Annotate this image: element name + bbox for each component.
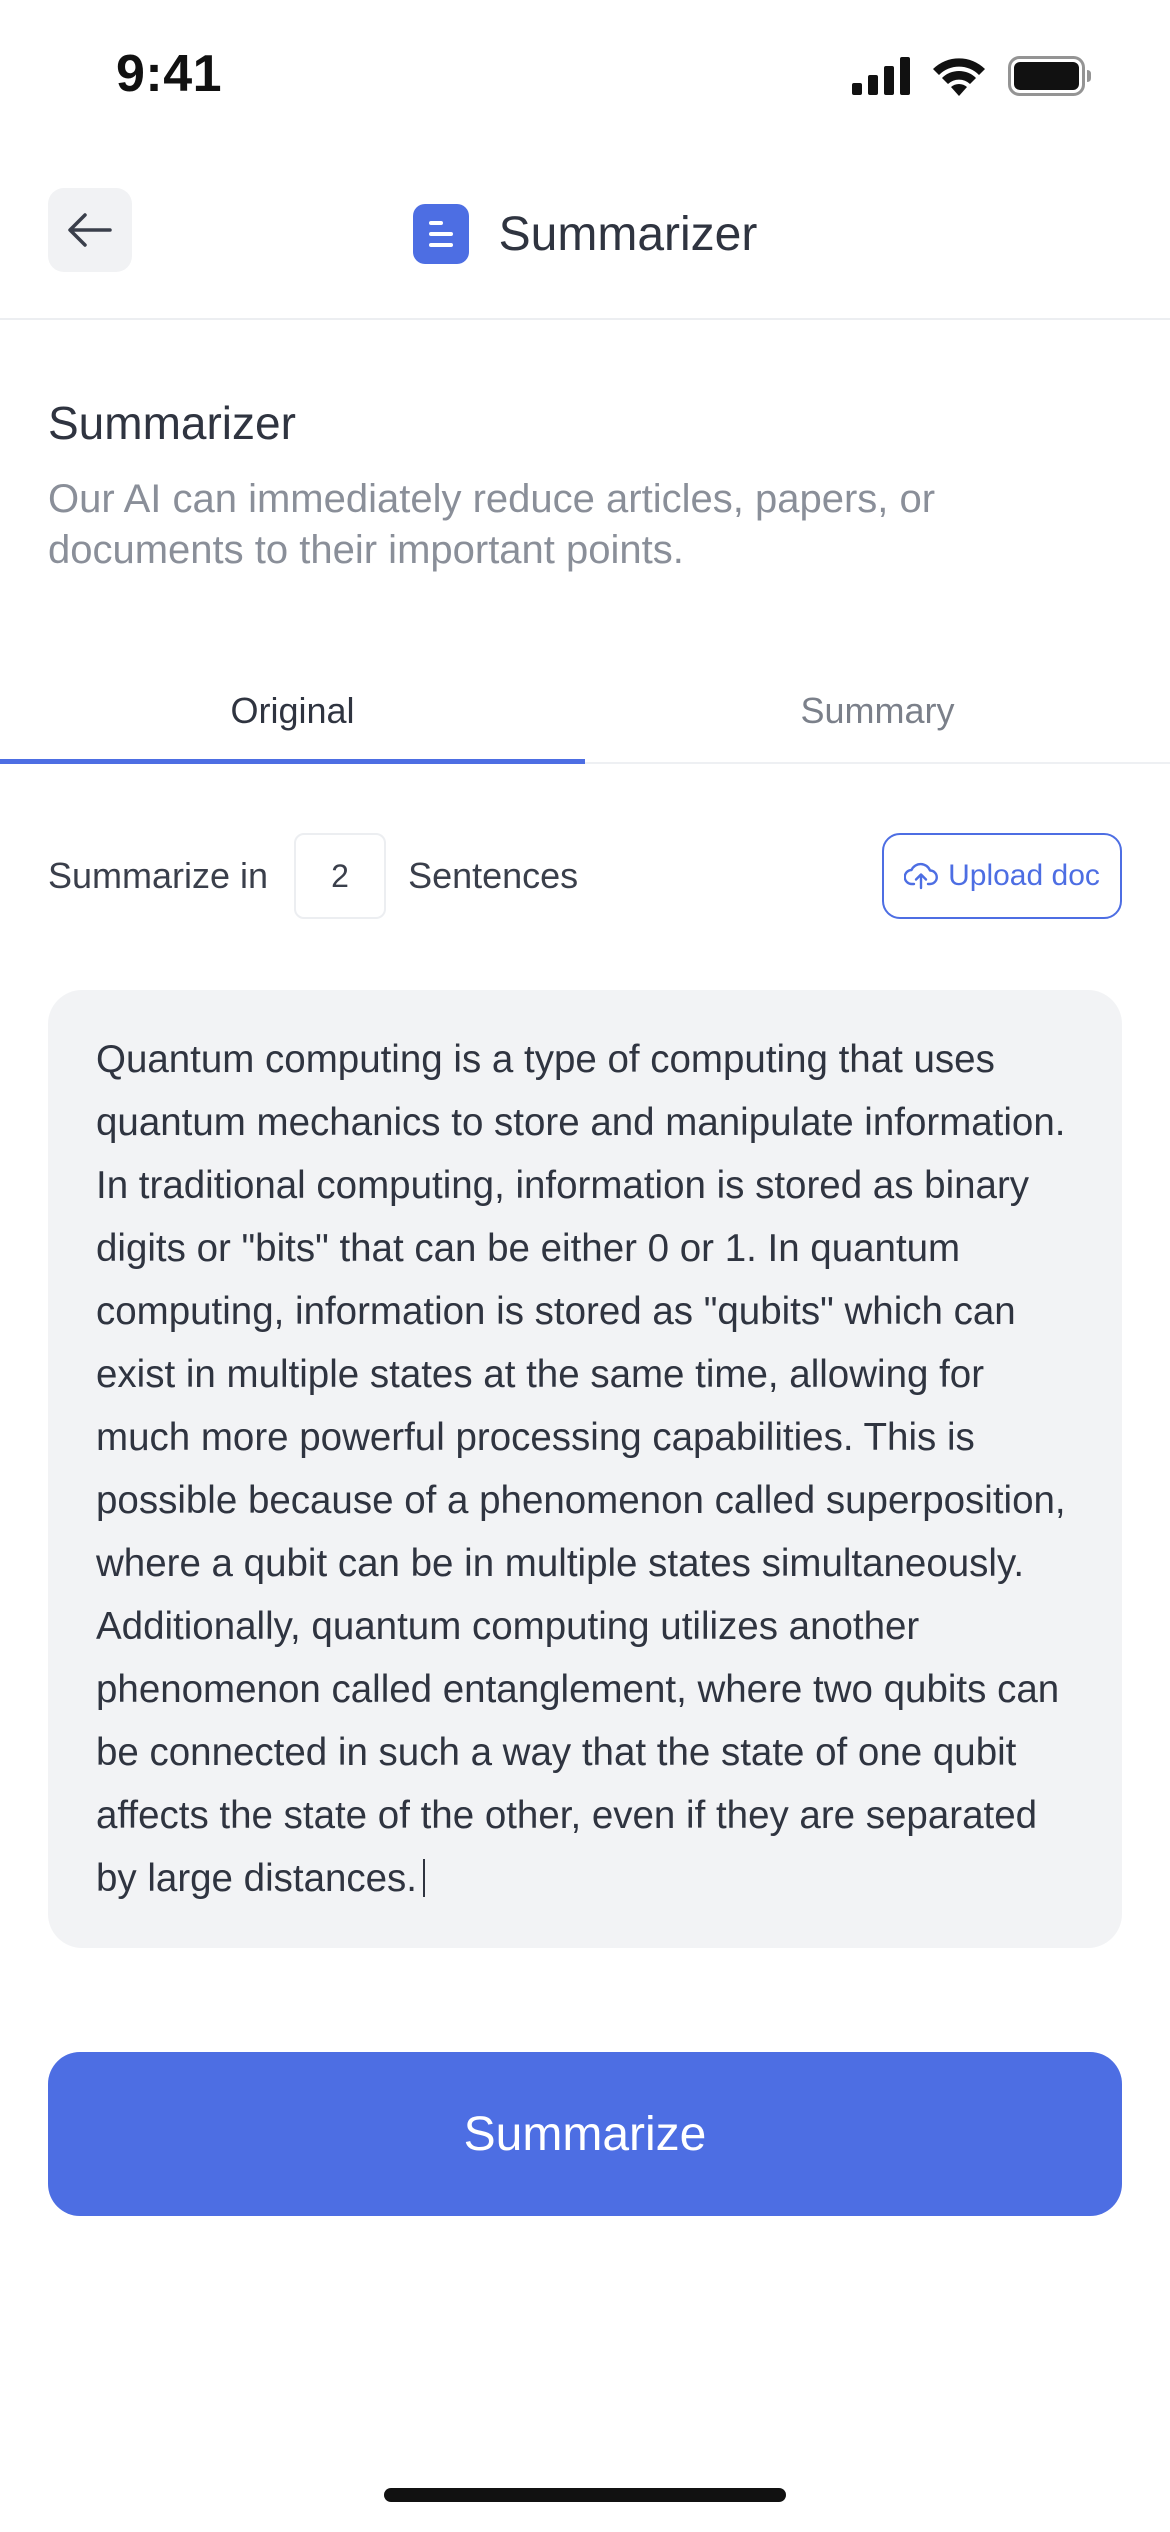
header-title-group: Summarizer <box>0 150 1170 318</box>
tab-summary[interactable]: Summary <box>585 660 1170 762</box>
status-bar: 9:41 <box>0 0 1170 150</box>
cloud-upload-icon <box>904 862 939 890</box>
tab-bar: Original Summary <box>0 660 1170 764</box>
app-header: Summarizer <box>0 150 1170 320</box>
summarize-in-label: Summarize in <box>48 855 269 896</box>
wifi-icon <box>933 58 985 96</box>
text-caret <box>423 1859 426 1897</box>
summarize-button[interactable]: Summarize <box>48 2052 1122 2216</box>
source-text: Quantum computing is a type of computing… <box>96 1038 1066 1900</box>
summary-options: Summarize in Sentences Upload doc <box>48 832 1122 920</box>
status-time: 9:41 <box>116 45 223 103</box>
header-title: Summarizer <box>498 207 758 261</box>
sentences-label: Sentences <box>408 855 579 896</box>
tab-original[interactable]: Original <box>0 660 585 764</box>
upload-doc-button[interactable]: Upload doc <box>882 833 1122 919</box>
page-title: Summarizer <box>48 397 296 449</box>
sentence-count-input[interactable] <box>294 833 387 919</box>
home-indicator[interactable] <box>384 2488 786 2502</box>
document-icon <box>412 204 469 264</box>
cellular-signal-icon <box>852 57 910 95</box>
page-description: Our AI can immediately reduce articles, … <box>48 477 936 572</box>
source-text-area[interactable]: Quantum computing is a type of computing… <box>48 990 1122 1948</box>
battery-icon <box>1008 56 1091 96</box>
upload-doc-label: Upload doc <box>948 859 1100 892</box>
status-icons <box>852 56 1092 96</box>
